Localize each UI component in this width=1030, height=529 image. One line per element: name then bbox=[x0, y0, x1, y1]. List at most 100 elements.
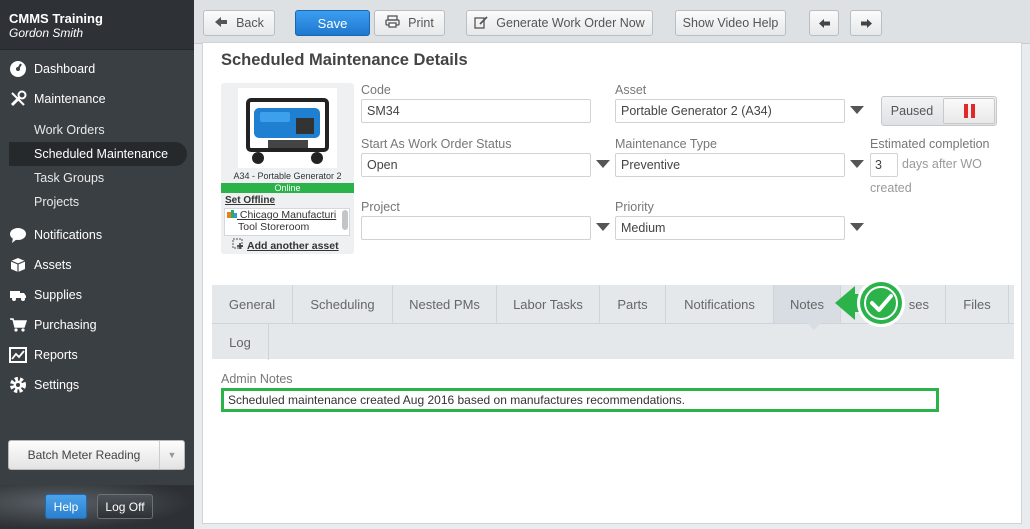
show-video-help-button[interactable]: Show Video Help bbox=[675, 10, 786, 36]
nav-label: Settings bbox=[34, 378, 80, 392]
batch-meter-reading-button[interactable]: Batch Meter Reading ▼ bbox=[8, 440, 185, 470]
nav-item-reports[interactable]: Reports bbox=[0, 340, 194, 370]
created-label: created bbox=[870, 181, 912, 195]
subnav-projects[interactable]: Projects bbox=[0, 190, 194, 214]
truck-icon bbox=[9, 286, 27, 304]
priority-dropdown-icon[interactable] bbox=[850, 223, 864, 231]
location-item[interactable]: Chicago Manufacturi bbox=[225, 209, 349, 221]
asset-status-badge: Online bbox=[221, 183, 354, 193]
arrow-left-icon bbox=[818, 18, 830, 28]
estimated-days-field[interactable]: 3 bbox=[870, 153, 898, 177]
location-sub-item[interactable]: Tool Storeroom bbox=[225, 221, 349, 233]
dashboard-icon bbox=[9, 60, 27, 78]
print-label: Print bbox=[408, 16, 434, 30]
maintenance-type-label: Maintenance Type bbox=[615, 137, 717, 151]
generate-work-order-button[interactable]: Generate Work Order Now bbox=[466, 10, 653, 36]
nav-label: Reports bbox=[34, 348, 78, 362]
back-button[interactable]: Back bbox=[203, 10, 275, 36]
nav-item-dashboard[interactable]: Dashboard bbox=[0, 54, 194, 84]
subnav-work-orders[interactable]: Work Orders bbox=[0, 118, 194, 142]
priority-field[interactable]: Medium bbox=[615, 216, 845, 240]
brand-header: CMMS Training Gordon Smith bbox=[0, 0, 194, 50]
asset-caption: A34 - Portable Generator 2 bbox=[233, 171, 342, 181]
tab-general[interactable]: General bbox=[212, 285, 293, 323]
start-status-dropdown-icon[interactable] bbox=[596, 160, 610, 168]
project-dropdown-icon[interactable] bbox=[596, 223, 610, 231]
days-after-label: days after WO bbox=[902, 157, 982, 171]
tab-notifications[interactable]: Notifications bbox=[666, 285, 774, 323]
main-nav-lower: Notifications Assets Supplies Purchasing… bbox=[0, 220, 194, 400]
save-button[interactable]: Save bbox=[295, 10, 370, 36]
tab-scheduling[interactable]: Scheduling bbox=[293, 285, 393, 323]
nav-label: Purchasing bbox=[34, 318, 97, 332]
generator-image[interactable] bbox=[238, 88, 337, 168]
asset-location-list[interactable]: Chicago Manufacturi Tool Storeroom bbox=[224, 208, 350, 236]
admin-notes-field[interactable]: Scheduled maintenance created Aug 2016 b… bbox=[221, 388, 939, 412]
printer-icon bbox=[385, 15, 400, 31]
chevron-down-icon[interactable]: ▼ bbox=[160, 441, 184, 469]
log-off-button[interactable]: Log Off bbox=[97, 494, 153, 519]
tab-log[interactable]: Log bbox=[212, 324, 269, 360]
checkmark-callout-icon bbox=[835, 279, 905, 327]
nav-item-purchasing[interactable]: Purchasing bbox=[0, 310, 194, 340]
cart-icon bbox=[9, 316, 27, 334]
user-name: Gordon Smith bbox=[9, 26, 84, 40]
subnav-task-groups[interactable]: Task Groups bbox=[0, 166, 194, 190]
pause-toggle[interactable]: Paused bbox=[881, 96, 997, 126]
tab-notes[interactable]: Notes bbox=[774, 285, 841, 323]
nav-label: Supplies bbox=[34, 288, 82, 302]
box-icon bbox=[9, 256, 27, 274]
nav-item-assets[interactable]: Assets bbox=[0, 250, 194, 280]
edit-icon bbox=[474, 15, 488, 32]
tab-labor-tasks[interactable]: Labor Tasks bbox=[497, 285, 600, 323]
asset-label: Asset bbox=[615, 83, 647, 97]
tab-row-2: Log bbox=[212, 323, 1014, 360]
maintenance-type-dropdown-icon[interactable] bbox=[850, 160, 864, 168]
code-label: Code bbox=[361, 83, 391, 97]
asset-card: A34 - Portable Generator 2 Online Set Of… bbox=[221, 83, 354, 254]
maintenance-type-field[interactable]: Preventive bbox=[615, 153, 845, 177]
pause-icon bbox=[963, 104, 968, 118]
org-name: CMMS Training bbox=[9, 11, 103, 26]
asset-field[interactable]: Portable Generator 2 (A34) bbox=[615, 99, 845, 123]
project-label: Project bbox=[361, 200, 400, 214]
batch-meter-label: Batch Meter Reading bbox=[9, 441, 160, 469]
start-status-label: Start As Work Order Status bbox=[361, 137, 512, 151]
location-scrollbar[interactable] bbox=[342, 210, 348, 230]
start-status-field[interactable]: Open bbox=[361, 153, 591, 177]
previous-record-button[interactable] bbox=[809, 10, 839, 36]
nav-label: Notifications bbox=[34, 228, 103, 242]
nav-item-notifications[interactable]: Notifications bbox=[0, 220, 194, 250]
add-another-asset-link[interactable]: Add another asset bbox=[232, 238, 339, 253]
tab-parts[interactable]: Parts bbox=[600, 285, 666, 323]
nav-item-supplies[interactable]: Supplies bbox=[0, 280, 194, 310]
priority-label: Priority bbox=[615, 200, 654, 214]
tab-files[interactable]: Files bbox=[946, 285, 1009, 323]
project-field[interactable] bbox=[361, 216, 591, 240]
gear-icon bbox=[9, 376, 27, 394]
page-title: Scheduled Maintenance Details bbox=[221, 51, 468, 69]
code-field[interactable]: SM34 bbox=[361, 99, 591, 123]
add-asset-label: Add another asset bbox=[247, 239, 339, 252]
arrow-right-icon bbox=[860, 18, 872, 28]
subnav-scheduled-maintenance[interactable]: Scheduled Maintenance bbox=[9, 142, 187, 166]
print-button[interactable]: Print bbox=[374, 10, 445, 36]
main-nav: Dashboard Maintenance bbox=[0, 54, 194, 114]
pause-button[interactable] bbox=[943, 98, 995, 124]
toolbar: Back Save Print Generate Work Order Now … bbox=[194, 0, 1030, 44]
set-offline-link[interactable]: Set Offline bbox=[225, 195, 275, 206]
paused-label: Paused bbox=[890, 104, 934, 118]
admin-notes-label: Admin Notes bbox=[221, 372, 293, 386]
chart-icon bbox=[9, 346, 27, 364]
tab-nested-pms[interactable]: Nested PMs bbox=[393, 285, 497, 323]
asset-dropdown-icon[interactable] bbox=[850, 106, 864, 114]
help-button[interactable]: Help bbox=[45, 494, 87, 519]
nav-item-settings[interactable]: Settings bbox=[0, 370, 194, 400]
nav-item-maintenance[interactable]: Maintenance bbox=[0, 84, 194, 114]
nav-label: Assets bbox=[34, 258, 72, 272]
arrow-left-icon bbox=[214, 16, 228, 31]
building-icon bbox=[227, 209, 240, 221]
next-record-button[interactable] bbox=[850, 10, 882, 36]
active-tab-caret bbox=[807, 323, 821, 330]
maintenance-subnav: Work Orders Scheduled Maintenance Task G… bbox=[0, 118, 194, 214]
